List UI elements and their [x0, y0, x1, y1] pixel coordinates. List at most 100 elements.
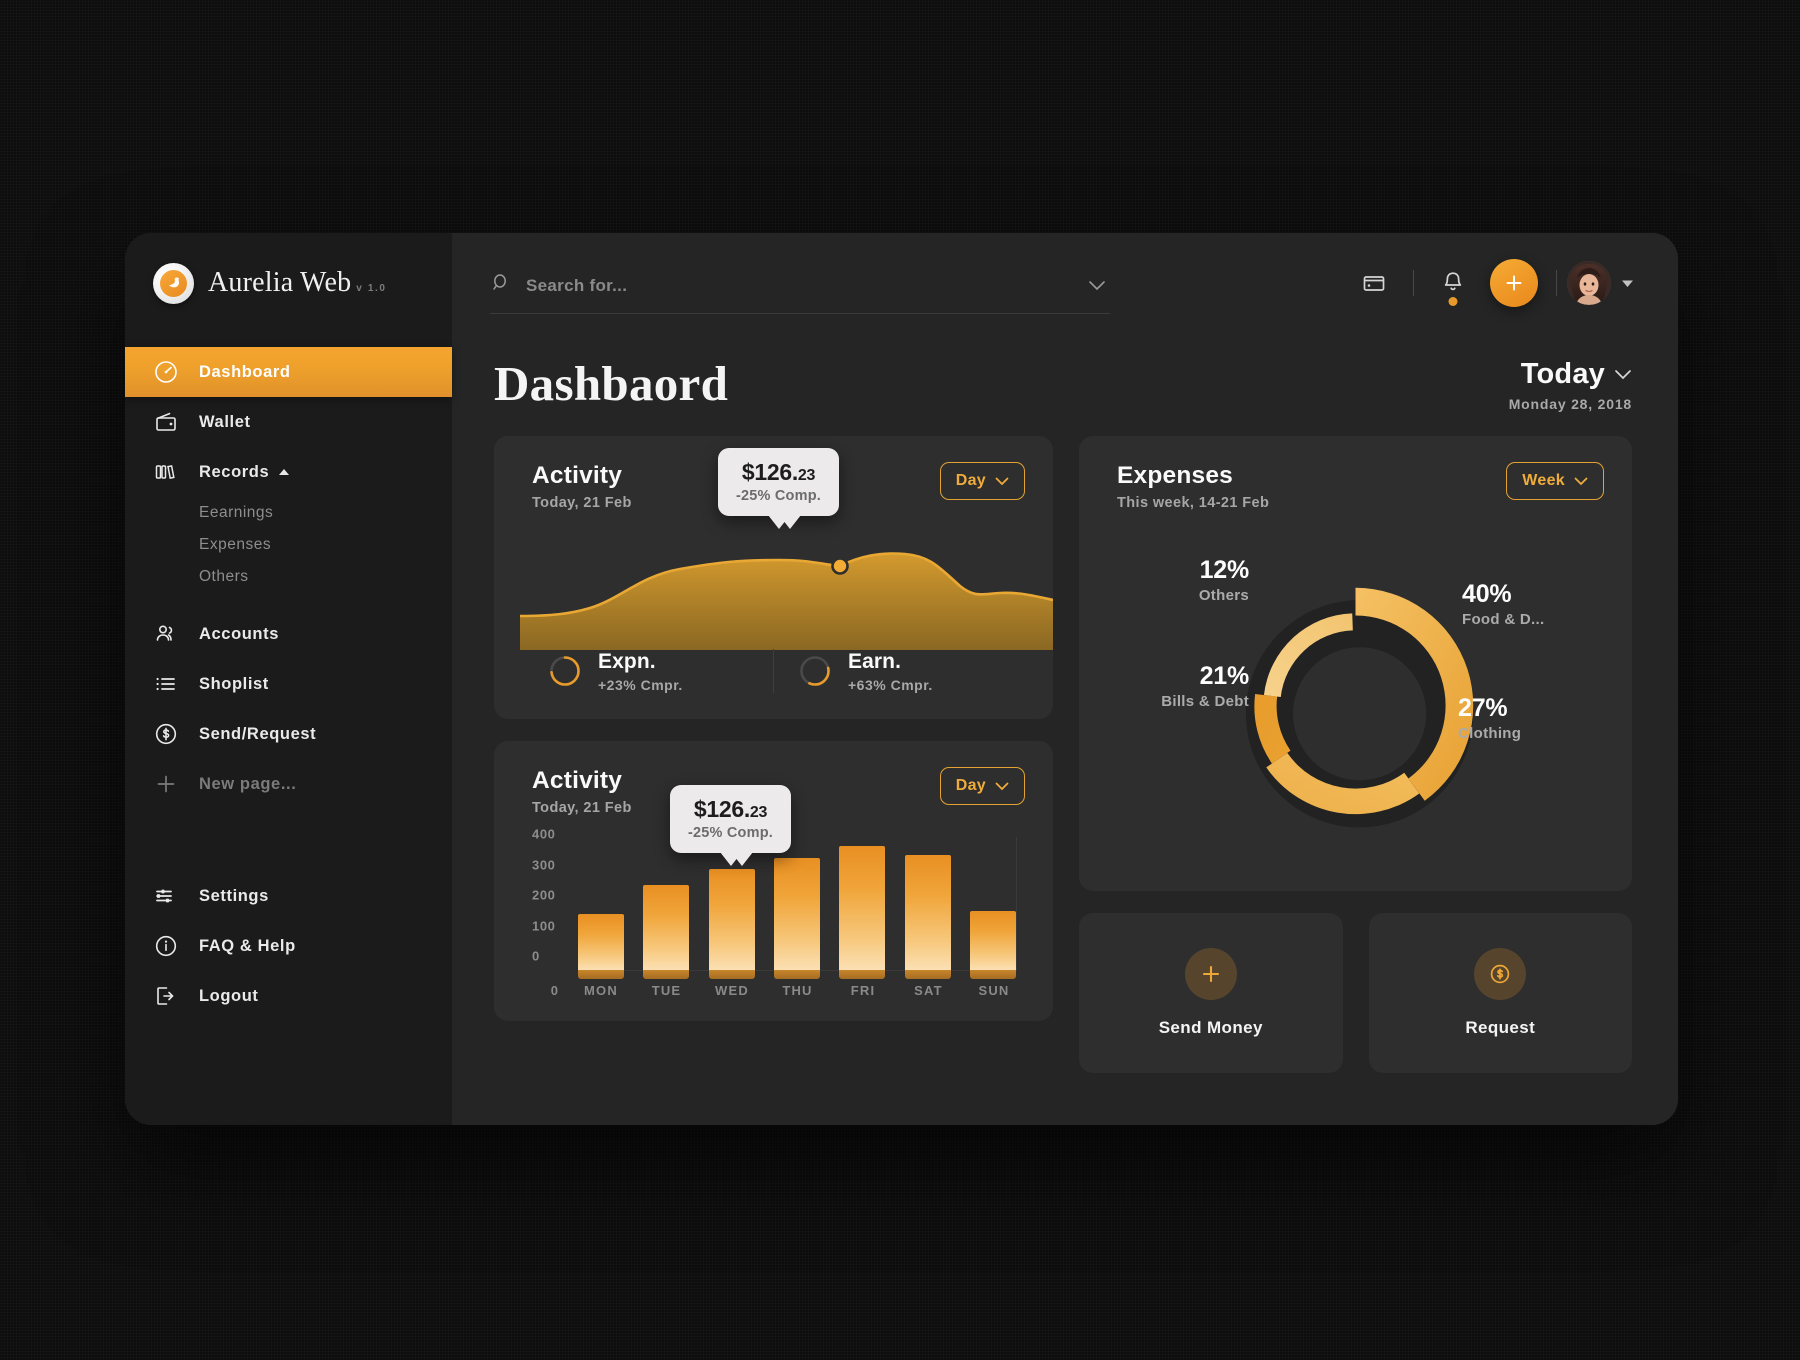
donut-label-food: 40% Food & D... [1462, 580, 1622, 628]
sidebar-item-label: Logout [199, 986, 259, 1005]
sidebar-nav: Dashboard Wallet Records Eearnings Expen… [125, 333, 452, 1021]
y-tick-label: 300 [532, 857, 556, 873]
donut-category: Bills & Debt [1161, 693, 1249, 710]
sidebar-item-label: Settings [199, 886, 269, 905]
sidebar-item-logout[interactable]: Logout [125, 971, 452, 1021]
chevron-down-icon [1574, 477, 1588, 486]
area-data-point [831, 557, 849, 575]
search-bar[interactable] [490, 258, 1110, 314]
chevron-down-icon[interactable] [1614, 369, 1632, 380]
bar-thu[interactable] [773, 858, 820, 979]
chevron-down-icon[interactable] [1088, 280, 1110, 291]
sidebar-item-shoplist[interactable]: Shoplist [125, 659, 452, 709]
y-tick-label: 200 [532, 887, 556, 903]
send-money-card[interactable]: Send Money [1079, 913, 1343, 1073]
bar-plot-area [578, 837, 1017, 980]
range-selector-week[interactable]: Week [1506, 462, 1604, 500]
donut-chart: 12% Others 21% Bills & Debt 40% Food & D… [1079, 514, 1632, 891]
card-subtitle: Today, 21 Feb [532, 800, 632, 816]
nav-spacer-large [125, 809, 452, 871]
donut-label-clothing: 27% Clothing [1458, 694, 1608, 742]
donut-category: Clothing [1458, 725, 1522, 742]
info-circle-icon [153, 933, 199, 959]
topbar [452, 233, 1678, 333]
stat-compare: +23% Cmpr. [598, 676, 683, 693]
swan-logo-icon [153, 262, 194, 304]
x-tick-label: TUE [651, 982, 682, 998]
y-tick-label: 100 [532, 918, 556, 934]
sidebar-item-wallet[interactable]: Wallet [125, 397, 452, 447]
bar-tooltip: $126.23 -25% Comp. [670, 785, 791, 866]
donut-value: 40% [1462, 580, 1512, 608]
brand[interactable]: Aurelia Web v 1.0 [125, 233, 452, 333]
topbar-actions [1345, 254, 1634, 312]
bell-icon[interactable] [1424, 254, 1482, 312]
bar-fri[interactable] [839, 846, 886, 979]
action-label: Request [1465, 1018, 1536, 1037]
logout-icon [153, 983, 199, 1009]
donut-value: 27% [1458, 694, 1508, 722]
bar-sun[interactable] [969, 911, 1016, 979]
sidebar-item-label: Wallet [199, 412, 251, 431]
people-icon [153, 621, 199, 647]
caret-up-icon[interactable] [278, 468, 290, 476]
tooltip-arrow [767, 515, 790, 529]
sidebar-subitem-label: Expenses [199, 536, 272, 553]
x-tick-label: FRI [850, 982, 876, 998]
x-axis-origin: 0 [550, 982, 560, 998]
bar-wed[interactable] [708, 868, 755, 980]
range-label: Day [955, 777, 986, 794]
stat-earning: Earn. +63% Cmpr. [774, 650, 1023, 693]
search-input[interactable] [526, 275, 1074, 296]
range-selector-day[interactable]: Day [939, 462, 1025, 500]
caret-down-icon[interactable] [1621, 279, 1634, 288]
date-selector[interactable]: Today Monday 28, 2018 [1509, 358, 1632, 412]
tooltip-compare: -25% Comp. [688, 825, 773, 841]
range-label: Day [955, 472, 986, 489]
sidebar-subitem-others[interactable]: Others [199, 561, 452, 593]
bar-mon[interactable] [578, 914, 624, 979]
ring-progress-icon [798, 654, 832, 688]
bar-tue[interactable] [643, 885, 690, 979]
books-icon [153, 459, 199, 485]
x-tick-label: SAT [914, 982, 943, 998]
range-selector-day[interactable]: Day [939, 767, 1025, 805]
activity-area-card: Activity Today, 21 Feb Day $126.23 -25% … [494, 436, 1055, 719]
x-tick-label: SUN [978, 982, 1010, 998]
sidebar-item-records[interactable]: Records [125, 447, 452, 497]
sidebar-item-accounts[interactable]: Accounts [125, 609, 452, 659]
tooltip-amount: $126. [741, 459, 798, 485]
y-tick-label: 0 [532, 948, 540, 964]
request-card[interactable]: Request [1368, 913, 1632, 1073]
sidebar-item-new-page[interactable]: New page... [125, 759, 452, 809]
list-icon [153, 671, 199, 697]
divider [1413, 270, 1414, 296]
sidebar-item-settings[interactable]: Settings [125, 871, 452, 921]
tooltip-arrow [719, 852, 742, 866]
avatar[interactable] [1567, 261, 1611, 305]
sidebar-item-send-request[interactable]: Send/Request [125, 709, 452, 759]
action-cards: Send Money Request [1079, 913, 1632, 1073]
divider [1556, 270, 1557, 296]
sidebar-subitem-earnings[interactable]: Eearnings [199, 497, 452, 529]
donut-label-bills: 21% Bills & Debt [1089, 662, 1249, 710]
swan-glyph-icon [168, 277, 179, 288]
card-window-icon[interactable] [1345, 254, 1403, 312]
sidebar-subitem-label: Eearnings [199, 504, 274, 521]
brand-name: Aurelia Web [208, 267, 352, 298]
add-button[interactable] [1490, 259, 1538, 307]
tooltip-cents: 23 [797, 467, 816, 484]
date-label-row[interactable]: Today [1509, 358, 1632, 391]
wallet-icon [153, 409, 199, 435]
bar-sat[interactable] [904, 855, 951, 979]
sidebar-item-dashboard[interactable]: Dashboard [125, 347, 452, 397]
sidebar-subitem-expenses[interactable]: Expenses [199, 529, 452, 561]
sidebar-item-label: New page... [199, 774, 297, 793]
date-value: Monday 28, 2018 [1508, 396, 1632, 412]
brand-version: v 1.0 [356, 283, 387, 294]
dollar-circle-icon [153, 721, 199, 747]
ring-progress-icon [548, 654, 582, 688]
chevron-down-icon [995, 782, 1009, 791]
sidebar-item-label: Dashboard [199, 362, 291, 381]
sidebar-item-faq-help[interactable]: FAQ & Help [125, 921, 452, 971]
